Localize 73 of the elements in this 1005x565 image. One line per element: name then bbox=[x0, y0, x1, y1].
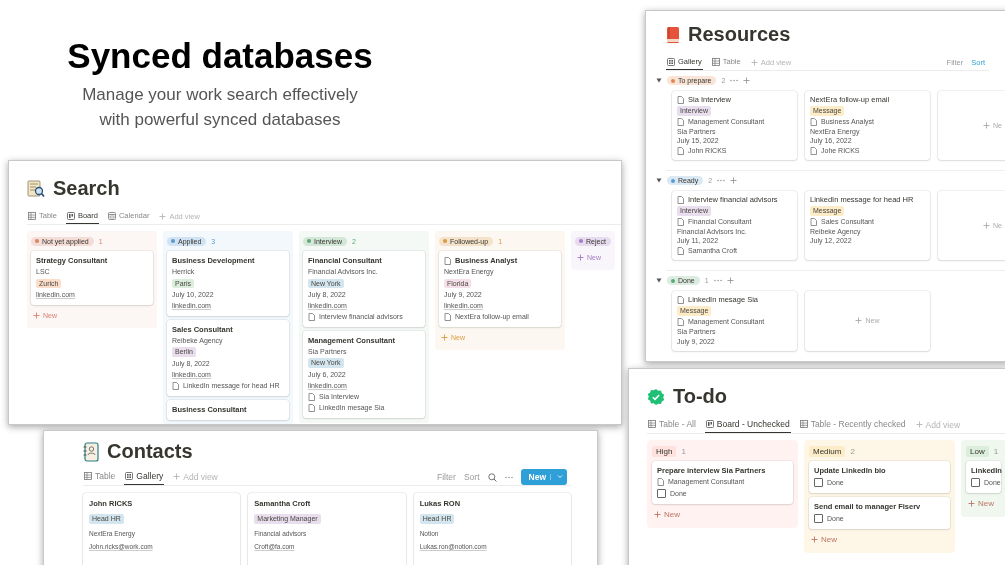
page-title: To-do bbox=[673, 385, 728, 408]
check-badge-icon bbox=[647, 387, 665, 406]
page-icon bbox=[308, 312, 315, 321]
plus-icon bbox=[968, 500, 975, 507]
plus-icon bbox=[855, 317, 863, 325]
more-icon bbox=[717, 179, 726, 183]
search-icon bbox=[487, 472, 497, 482]
more-icon bbox=[713, 279, 722, 283]
page-title: Resources bbox=[688, 23, 791, 46]
table-icon bbox=[28, 211, 36, 220]
checkbox[interactable] bbox=[657, 489, 666, 498]
plus-icon bbox=[577, 254, 584, 261]
subtitle: Manage your work search effectively with powerful synced databases bbox=[81, 84, 359, 131]
page-magnifier-icon bbox=[27, 179, 45, 198]
plus-icon bbox=[730, 177, 738, 185]
address-book-icon bbox=[83, 441, 99, 462]
page-title: Contacts bbox=[107, 440, 193, 463]
plus-icon bbox=[983, 121, 991, 129]
board-icon bbox=[66, 211, 75, 220]
priority-label: Medium bbox=[809, 445, 846, 457]
page-icon bbox=[172, 381, 179, 390]
item-count: 1 bbox=[681, 446, 686, 456]
view-tab[interactable]: Table bbox=[83, 469, 117, 485]
checkbox[interactable] bbox=[971, 478, 980, 487]
checkbox[interactable] bbox=[814, 478, 823, 487]
caret-icon bbox=[550, 474, 563, 480]
page-icon bbox=[657, 478, 664, 486]
calendar-icon bbox=[107, 211, 116, 220]
page-icon bbox=[677, 147, 684, 156]
plus-icon bbox=[441, 333, 448, 341]
priority-label: Low bbox=[966, 445, 989, 457]
more-icon bbox=[504, 475, 513, 479]
table-icon bbox=[711, 57, 720, 66]
view-tab[interactable]: Table - All bbox=[647, 417, 697, 433]
plus-icon bbox=[743, 77, 751, 84]
gallery-icon bbox=[667, 57, 675, 66]
caret-icon bbox=[656, 178, 662, 184]
page-icon bbox=[677, 247, 684, 256]
priority-label: High bbox=[652, 445, 677, 457]
view-tab[interactable]: Board - Unchecked bbox=[704, 417, 791, 433]
page-icon bbox=[677, 117, 684, 126]
page-icon bbox=[677, 217, 684, 226]
headline: Synced databases bbox=[66, 36, 374, 76]
plus-icon bbox=[983, 221, 991, 229]
plus-icon bbox=[726, 277, 734, 285]
view-tab[interactable]: Table - Recently checked bbox=[798, 417, 907, 433]
plus-icon bbox=[33, 312, 40, 320]
page-icon bbox=[677, 317, 684, 326]
item-count: 1 bbox=[993, 446, 999, 456]
view-tab[interactable]: Gallery bbox=[124, 469, 165, 485]
plus-icon bbox=[173, 473, 181, 480]
plus-icon bbox=[750, 58, 758, 66]
plus-icon bbox=[811, 536, 818, 543]
board-icon bbox=[705, 420, 714, 428]
page-icon bbox=[810, 147, 817, 156]
table-icon bbox=[84, 472, 92, 480]
plus-icon bbox=[159, 212, 167, 220]
gallery-icon bbox=[125, 472, 134, 480]
page-icon bbox=[810, 217, 817, 226]
page-icon bbox=[810, 117, 817, 126]
book-icon bbox=[666, 25, 680, 44]
item-count: 2 bbox=[850, 446, 855, 456]
caret-icon bbox=[656, 78, 662, 83]
page-title: Search bbox=[53, 177, 120, 200]
caret-icon bbox=[656, 278, 662, 284]
checkbox[interactable] bbox=[814, 514, 823, 523]
new-button[interactable]: New bbox=[811, 535, 837, 544]
page-icon bbox=[444, 312, 451, 321]
plus-icon bbox=[915, 421, 923, 428]
more-icon bbox=[730, 79, 739, 82]
table-icon bbox=[648, 420, 656, 428]
plus-icon bbox=[654, 511, 661, 518]
table-icon bbox=[799, 420, 808, 428]
